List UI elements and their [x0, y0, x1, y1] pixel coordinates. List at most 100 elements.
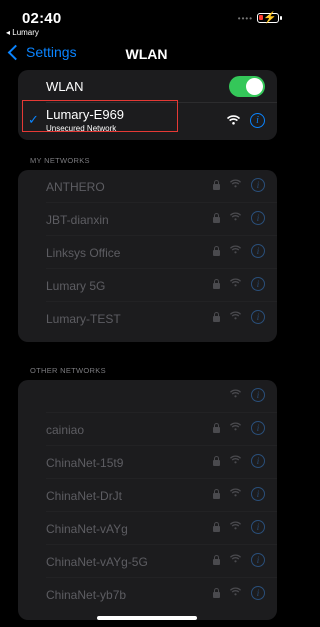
network-icons: i [213, 520, 265, 534]
network-icons: i [213, 244, 265, 258]
wifi-icon-graphic [229, 554, 242, 563]
wifi-icon [229, 455, 242, 467]
connected-network-icons: i [226, 113, 265, 128]
info-icon[interactable]: i [251, 178, 265, 192]
info-icon[interactable]: i [251, 277, 265, 291]
network-name: cainiao [46, 423, 85, 437]
network-icons: i [213, 277, 265, 291]
network-icons: i [213, 454, 265, 468]
wifi-icon-graphic [229, 422, 242, 431]
wifi-icon-graphic [229, 389, 242, 398]
info-icon[interactable]: i [251, 520, 265, 534]
wifi-icon-graphic [229, 311, 242, 320]
network-name: Lumary-TEST [46, 312, 121, 326]
wifi-icon-graphic [229, 278, 242, 287]
network-row[interactable]: ChinaNet-yb7b i [18, 578, 277, 611]
battery-icon: ⚡ [257, 12, 282, 24]
network-icons: i [213, 487, 265, 501]
info-icon[interactable]: i [251, 211, 265, 225]
wifi-icon-graphic [226, 114, 241, 125]
network-row[interactable]: Lumary-TEST i [18, 302, 277, 335]
back-to-app-link[interactable]: ◂ Lumary [6, 28, 39, 37]
info-icon[interactable]: i [251, 310, 265, 324]
network-row[interactable]: i [18, 380, 277, 413]
info-icon[interactable]: i [251, 388, 265, 402]
info-icon[interactable]: i [250, 113, 265, 128]
other-networks-group: i cainiao i ChinaNet-15t9 i ChinaNet-DrJt i Chi… [18, 380, 277, 620]
lock-icon [213, 278, 220, 289]
lock-icon [213, 179, 220, 190]
network-row[interactable]: ANTHERO i [18, 170, 277, 203]
wifi-icon [229, 587, 242, 599]
wifi-icon-graphic [229, 521, 242, 530]
network-name: JBT-dianxin [46, 213, 109, 227]
wifi-icon [229, 278, 242, 290]
network-icons: i [213, 421, 265, 435]
other-networks-header: OTHER NETWORKS [30, 366, 106, 375]
network-row[interactable]: cainiao i [18, 413, 277, 446]
wifi-icon-graphic [229, 212, 242, 221]
info-icon[interactable]: i [251, 421, 265, 435]
network-name: ChinaNet-vAYg-5G [46, 555, 148, 569]
network-name: Linksys Office [46, 246, 121, 260]
my-networks-header: MY NETWORKS [30, 156, 90, 165]
wifi-icon [229, 554, 242, 566]
info-icon[interactable]: i [251, 586, 265, 600]
network-row[interactable]: ChinaNet-vAYg-5G i [18, 545, 277, 578]
toggle-knob [246, 78, 263, 95]
lock-icon [213, 554, 220, 565]
info-icon[interactable]: i [251, 244, 265, 258]
network-row[interactable]: Linksys Office i [18, 236, 277, 269]
signal-icon: •••• [237, 13, 253, 23]
network-row[interactable]: ChinaNet-DrJt i [18, 479, 277, 512]
wifi-icon-graphic [229, 488, 242, 497]
status-bar: 02:40 ◂ Lumary •••• ⚡ [0, 0, 293, 44]
network-name: ANTHERO [46, 180, 105, 194]
lock-icon [213, 587, 220, 598]
charging-bolt-icon: ⚡ [263, 12, 277, 24]
wifi-icon-graphic [229, 245, 242, 254]
info-icon[interactable]: i [251, 487, 265, 501]
network-name: ChinaNet-vAYg [46, 522, 128, 536]
connected-network-name: Lumary-E969 [46, 107, 125, 122]
network-row[interactable]: Lumary 5G i [18, 269, 277, 302]
wifi-icon [229, 422, 242, 434]
connected-network-subtitle: Unsecured Network [46, 124, 117, 133]
lock-icon [213, 521, 220, 532]
network-icons: i [213, 310, 265, 324]
wifi-icon-graphic [229, 179, 242, 188]
wifi-icon [226, 114, 241, 128]
network-row[interactable]: ChinaNet-15t9 i [18, 446, 277, 479]
home-indicator[interactable] [97, 616, 197, 620]
status-indicators: •••• ⚡ [237, 12, 282, 24]
wifi-icon [229, 521, 242, 533]
lock-icon [213, 245, 220, 256]
network-row[interactable]: JBT-dianxin i [18, 203, 277, 236]
lock-icon [213, 422, 220, 433]
wlan-label: WLAN [46, 78, 84, 94]
info-icon[interactable]: i [251, 454, 265, 468]
wlan-group: WLAN ✓ Lumary-E969 Unsecured Network i [18, 70, 277, 140]
network-icons: i [229, 388, 265, 402]
lock-icon [213, 311, 220, 322]
wlan-toggle[interactable] [229, 76, 265, 97]
lock-icon [213, 212, 220, 223]
network-icons: i [213, 586, 265, 600]
connected-network-row[interactable]: ✓ Lumary-E969 Unsecured Network i [18, 103, 277, 141]
wifi-icon [229, 311, 242, 323]
network-name: ChinaNet-15t9 [46, 456, 124, 470]
wlan-toggle-row: WLAN [18, 70, 277, 102]
checkmark-icon: ✓ [28, 112, 39, 127]
network-icons: i [213, 211, 265, 225]
network-name: Lumary 5G [46, 279, 106, 293]
network-name: ChinaNet-yb7b [46, 588, 127, 602]
page-title: WLAN [125, 46, 168, 62]
wifi-icon-graphic [229, 587, 242, 596]
network-row[interactable]: ChinaNet-vAYg i [18, 512, 277, 545]
lock-icon [213, 455, 220, 466]
wifi-icon [229, 389, 242, 401]
wifi-icon-graphic [229, 455, 242, 464]
wifi-icon [229, 179, 242, 191]
network-icons: i [213, 178, 265, 192]
info-icon[interactable]: i [251, 553, 265, 567]
